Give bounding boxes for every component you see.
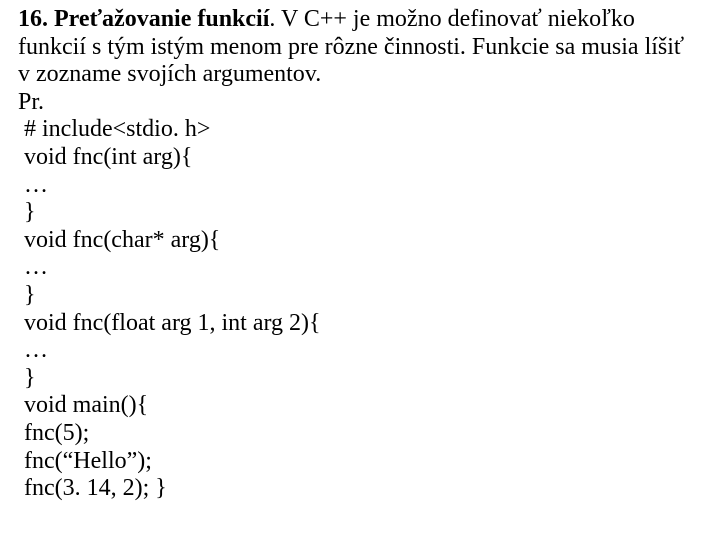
code-line: } bbox=[18, 282, 702, 310]
example-label: Pr. bbox=[18, 89, 702, 117]
code-line: … bbox=[18, 254, 702, 282]
code-line: void fnc(char* arg){ bbox=[18, 227, 702, 255]
code-line: void fnc(float arg 1, int arg 2){ bbox=[18, 310, 702, 338]
code-line: fnc(3. 14, 2); } bbox=[18, 475, 702, 503]
code-line: fnc(5); bbox=[18, 420, 702, 448]
code-line: # include<stdio. h> bbox=[18, 116, 702, 144]
code-line: … bbox=[18, 172, 702, 200]
code-line: void main(){ bbox=[18, 392, 702, 420]
code-line: void fnc(int arg){ bbox=[18, 144, 702, 172]
code-line: … bbox=[18, 337, 702, 365]
code-line: fnc(“Hello”); bbox=[18, 448, 702, 476]
intro-paragraph: 16. Preťažovanie funkcií. V C++ je možno… bbox=[18, 6, 702, 89]
heading-number: 16. bbox=[18, 6, 54, 32]
code-line: } bbox=[18, 365, 702, 393]
code-line: } bbox=[18, 199, 702, 227]
heading-title: Preťažovanie funkcií bbox=[54, 6, 269, 32]
document-page: 16. Preťažovanie funkcií. V C++ je možno… bbox=[0, 0, 720, 503]
